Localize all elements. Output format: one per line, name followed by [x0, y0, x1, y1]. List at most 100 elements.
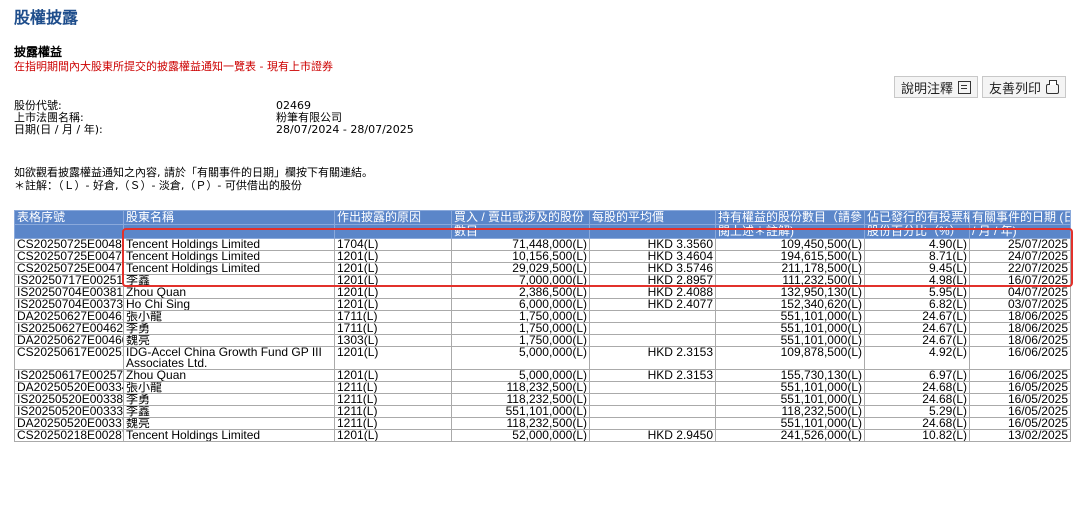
cell-reason: 1201(L) [334, 369, 452, 382]
cell-reason: 1201(L) [334, 250, 452, 263]
cell-event-date[interactable]: 16/05/2025 [969, 417, 1071, 430]
cell-percentage: 24.68(L) [864, 393, 970, 406]
cell-event-date[interactable]: 16/05/2025 [969, 381, 1071, 394]
cell-event-date[interactable]: 16/06/2025 [969, 346, 1071, 370]
cell-percentage: 24.68(L) [864, 381, 970, 394]
header-shareholder[interactable]: 股東名稱 [123, 210, 335, 225]
header-avg-price[interactable]: 每股的平均價 [589, 210, 716, 225]
cell-shares-involved: 10,156,500(L) [451, 250, 590, 263]
cell-shareholder[interactable]: Ho Chi Sing [123, 298, 335, 311]
cell-avg-price: HKD 2.3153 [589, 369, 716, 382]
cell-event-date[interactable]: 18/06/2025 [969, 322, 1071, 335]
cell-form-no[interactable]: IS20250704E00373 [14, 298, 124, 311]
cell-form-no[interactable]: CS20250218E00287 [14, 429, 124, 442]
cell-reason: 1711(L) [334, 322, 452, 335]
cell-shares-held: 155,730,130(L) [715, 369, 865, 382]
table-row: DA20250627E00461 張小龍 1711(L) 1,750,000(L) 55… [14, 310, 1071, 323]
cell-percentage: 4.98(L) [864, 274, 970, 287]
print-icon [1046, 79, 1059, 94]
cell-form-no[interactable]: DA20250520E00334 [14, 381, 124, 394]
cell-reason: 1711(L) [334, 310, 452, 323]
cell-event-date[interactable]: 16/07/2025 [969, 274, 1071, 287]
cell-shareholder[interactable]: IDG-Accel China Growth Fund GP III Assoc… [123, 346, 335, 370]
cell-shareholder[interactable]: Tencent Holdings Limited [123, 238, 335, 251]
cell-shares-involved: 1,750,000(L) [451, 322, 590, 335]
cell-shares-involved: 7,000,000(L) [451, 274, 590, 287]
header-reason[interactable]: 作出披露的原因 [334, 210, 452, 225]
cell-shares-held: 118,232,500(L) [715, 405, 865, 418]
cell-shares-involved: 118,232,500(L) [451, 381, 590, 394]
cell-shareholder[interactable]: 魏亮 [123, 417, 335, 430]
notes-button[interactable]: 說明注釋 [893, 76, 978, 98]
cell-shares-held: 211,178,500(L) [715, 262, 865, 275]
cell-form-no[interactable]: CS20250725E00473 [14, 262, 124, 275]
cell-percentage: 24.67(L) [864, 310, 970, 323]
cell-shareholder[interactable]: 李勇 [123, 322, 335, 335]
cell-form-no[interactable]: DA20250627E00460 [14, 334, 124, 347]
cell-event-date[interactable]: 16/06/2025 [969, 369, 1071, 382]
cell-shareholder[interactable]: Tencent Holdings Limited [123, 250, 335, 263]
cell-shareholder[interactable]: Tencent Holdings Limited [123, 262, 335, 275]
cell-shareholder[interactable]: 李鑫 [123, 274, 335, 287]
cell-shareholder[interactable]: 張小龍 [123, 310, 335, 323]
cell-event-date[interactable]: 16/05/2025 [969, 405, 1071, 418]
cell-event-date[interactable]: 13/02/2025 [969, 429, 1071, 442]
cell-form-no[interactable]: CS20250725E00480 [14, 238, 124, 251]
header-cell [123, 224, 335, 239]
table-row: IS20250627E00462 李勇 1711(L) 1,750,000(L) 551… [14, 322, 1071, 335]
cell-form-no[interactable]: DA20250520E00337 [14, 417, 124, 430]
header-shares-held[interactable]: 持有權益的股份數目（請參 [715, 210, 865, 225]
cell-shareholder[interactable]: Zhou Quan [123, 369, 335, 382]
header-shares-involved[interactable]: 買入 / 賣出或涉及的股份 [451, 210, 590, 225]
cell-shares-held: 241,526,000(L) [715, 429, 865, 442]
cell-shares-involved: 1,750,000(L) [451, 334, 590, 347]
header-cell [14, 224, 124, 239]
cell-event-date[interactable]: 18/06/2025 [969, 334, 1071, 347]
cell-shareholder[interactable]: Tencent Holdings Limited [123, 429, 335, 442]
header-cell: 閱上述＊註解) [715, 224, 865, 239]
cell-form-no[interactable]: IS20250627E00462 [14, 322, 124, 335]
cell-avg-price [589, 381, 716, 394]
cell-percentage: 4.92(L) [864, 346, 970, 370]
table-header-row-2: 數目 閱上述＊註解) 股份百分比（%） / 月 / 年) [14, 224, 1071, 239]
cell-reason: 1201(L) [334, 262, 452, 275]
cell-shareholder[interactable]: 魏亮 [123, 334, 335, 347]
page-title: 股權披露 [14, 8, 79, 27]
table-row: CS20250725E00474 Tencent Holdings Limited… [14, 250, 1071, 263]
cell-event-date[interactable]: 04/07/2025 [969, 286, 1071, 299]
cell-form-no[interactable]: DA20250627E00461 [14, 310, 124, 323]
cell-event-date[interactable]: 24/07/2025 [969, 250, 1071, 263]
header-form-no[interactable]: 表格序號 [14, 210, 124, 225]
cell-avg-price: HKD 2.9450 [589, 429, 716, 442]
header-event-date[interactable]: 有關事件的日期 (日 [969, 210, 1071, 225]
info-value: 28/07/2024 - 28/07/2025 [276, 123, 414, 136]
cell-avg-price: HKD 3.4604 [589, 250, 716, 263]
header-cell: 數目 [451, 224, 590, 239]
cell-event-date[interactable]: 18/06/2025 [969, 310, 1071, 323]
cell-percentage: 5.95(L) [864, 286, 970, 299]
cell-shareholder[interactable]: 張小龍 [123, 381, 335, 394]
cell-form-no[interactable]: IS20250717E00251 [14, 274, 124, 287]
cell-avg-price: HKD 3.3560 [589, 238, 716, 251]
cell-form-no[interactable]: IS20250704E00381 [14, 286, 124, 299]
table-row: IS20250704E00381 Zhou Quan 1201(L) 2,386,50… [14, 286, 1071, 299]
cell-shareholder[interactable]: 李勇 [123, 393, 335, 406]
header-percentage[interactable]: 佔已發行的有投票權 [864, 210, 970, 225]
cell-shareholder[interactable]: Zhou Quan [123, 286, 335, 299]
info-row: 日期(日 / 月 / 年): 28/07/2024 - 28/07/2025 [14, 124, 414, 136]
cell-event-date[interactable]: 25/07/2025 [969, 238, 1071, 251]
cell-event-date[interactable]: 16/05/2025 [969, 393, 1071, 406]
cell-event-date[interactable]: 03/07/2025 [969, 298, 1071, 311]
cell-shareholder[interactable]: 李鑫 [123, 405, 335, 418]
cell-form-no[interactable]: IS20250617E00257 [14, 369, 124, 382]
table-row: IS20250717E00251 李鑫 1201(L) 7,000,000(L) HKD… [14, 274, 1071, 287]
cell-percentage: 24.67(L) [864, 334, 970, 347]
cell-form-no[interactable]: IS20250520E00338 [14, 393, 124, 406]
cell-percentage: 24.68(L) [864, 417, 970, 430]
cell-event-date[interactable]: 22/07/2025 [969, 262, 1071, 275]
cell-form-no[interactable]: CS20250617E00251 [14, 346, 124, 370]
cell-form-no[interactable]: CS20250725E00474 [14, 250, 124, 263]
print-button[interactable]: 友善列印 [981, 76, 1066, 98]
cell-form-no[interactable]: IS20250520E00333 [14, 405, 124, 418]
table-header-row: 表格序號 股東名稱 作出披露的原因 買入 / 賣出或涉及的股份 每股的平均價 持… [14, 210, 1071, 225]
